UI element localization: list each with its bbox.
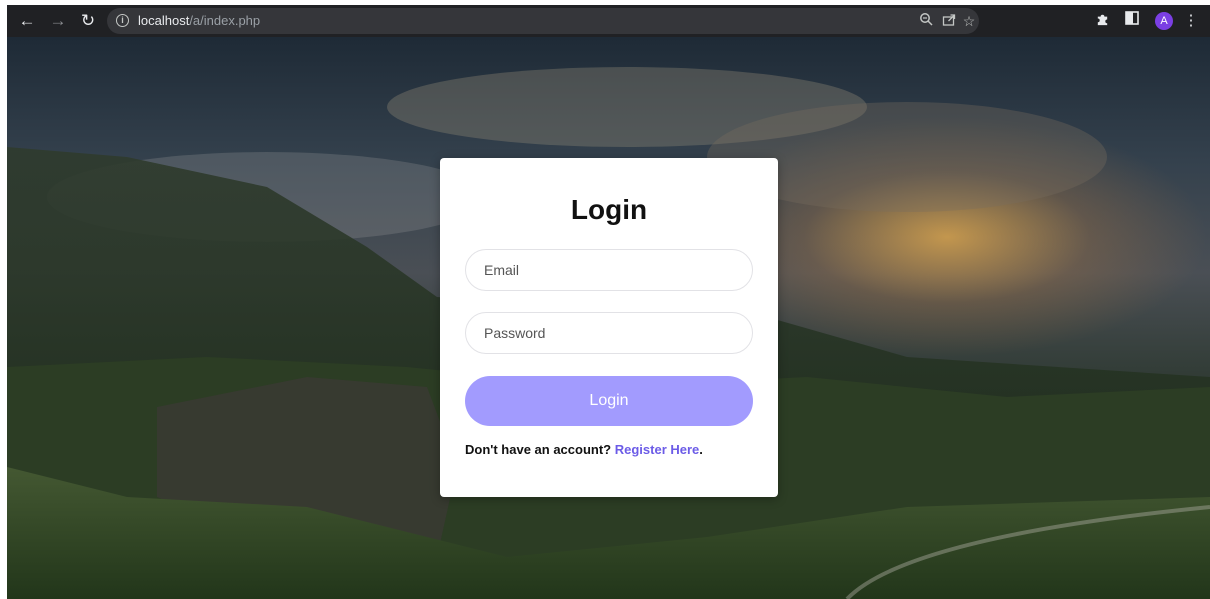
- url-path: /a/index.php: [189, 13, 261, 28]
- register-prompt-text: Don't have an account?: [465, 442, 612, 457]
- register-prompt: Don't have an account? Register Here.: [465, 442, 703, 457]
- address-bar[interactable]: i localhost/a/index.php ☆: [107, 8, 979, 34]
- zoom-icon[interactable]: [917, 12, 935, 30]
- star-icon[interactable]: ☆: [960, 12, 978, 30]
- register-link[interactable]: Register Here: [615, 442, 700, 457]
- register-suffix: .: [699, 442, 703, 457]
- email-field[interactable]: [465, 249, 753, 291]
- profile-avatar[interactable]: A: [1155, 12, 1173, 30]
- login-button[interactable]: Login: [465, 376, 753, 426]
- password-field[interactable]: [465, 312, 753, 354]
- login-card: Login Login Don't have an account? Regis…: [440, 158, 778, 497]
- reload-icon[interactable]: ↻: [78, 11, 98, 31]
- url-text[interactable]: localhost/a/index.php: [138, 13, 260, 28]
- forward-arrow-icon[interactable]: →: [48, 11, 68, 31]
- page-background: Login Login Don't have an account? Regis…: [7, 37, 1210, 599]
- login-title: Login: [570, 194, 648, 225]
- url-host: localhost: [138, 13, 190, 28]
- share-icon[interactable]: [940, 12, 958, 30]
- browser-toolbar: ← → ↻ i localhost/a/index.php ☆ A ⋮: [7, 5, 1210, 37]
- back-arrow-icon[interactable]: ←: [17, 11, 37, 31]
- side-panel-icon[interactable]: [1122, 11, 1142, 31]
- info-icon[interactable]: i: [116, 14, 129, 27]
- more-vert-icon[interactable]: ⋮: [1181, 11, 1201, 31]
- browser-window: ← → ↻ i localhost/a/index.php ☆ A ⋮ Logi…: [7, 5, 1210, 599]
- extensions-icon[interactable]: [1092, 11, 1112, 31]
